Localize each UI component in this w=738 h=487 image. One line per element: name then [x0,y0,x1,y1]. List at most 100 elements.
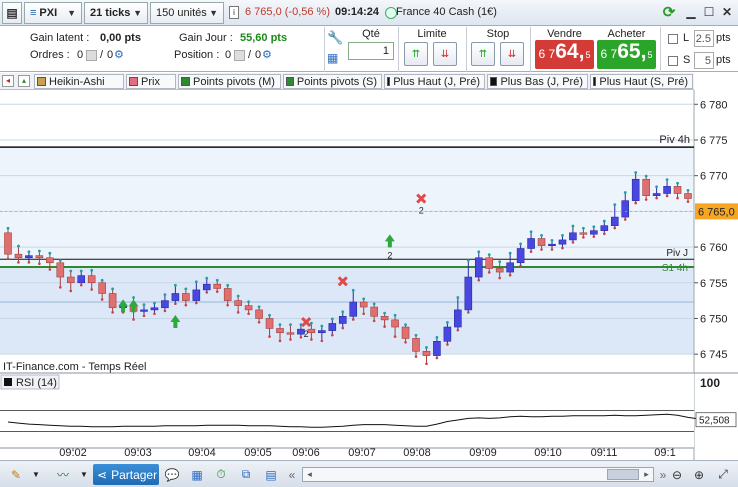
candle-low-dot [142,314,146,318]
minimize-button[interactable]: ▁ [682,3,700,21]
bottom-toolbar: ✎ ▼ 〰 ▼ ⋖ Partager 💬 ▦ ⏱ ⧉ ▤ « ◂ ▸ » ⊖ ⊕… [0,460,738,487]
scroll-right-icon[interactable]: ▸ [640,468,653,481]
candle-high-dot [90,268,94,272]
indicator-tab[interactable]: Plus Bas (J, Pré) [487,74,588,89]
gear-icon[interactable]: ⚙ [114,48,124,61]
indicator-tab[interactable]: Heikin-Ashi [34,74,124,89]
time-tick-label: 09:08 [403,447,431,459]
sell-button[interactable]: 6 7 64, 5 [535,40,594,69]
limit-distance-input[interactable]: 2.5 [694,30,714,47]
candle-high-dot [153,301,156,305]
chat-icon[interactable]: 💬 [163,464,181,485]
candle-body [652,193,661,196]
candle-high-dot [372,302,376,306]
limit-sell-button[interactable]: ⇊ [433,42,457,66]
candle-low-dot [571,241,575,244]
indicator-tab[interactable]: Points pivots (M) [178,74,281,89]
backtest-icon[interactable]: ▤ [262,464,280,485]
stop-buy-button[interactable]: ⇈ [471,42,495,66]
table-icon[interactable]: ▦ [188,464,206,485]
candle-low-dot [6,257,10,261]
indicator-tab[interactable]: Plus Haut (J, Pré) [384,74,485,89]
candle-high-dot [163,293,167,297]
candle-body [265,318,274,329]
price-chart[interactable]: Piv 4h Piv J S1 4h IT-Finance.com - Temps R… [0,90,738,460]
candle-body [590,230,598,235]
stop-distance-input[interactable]: 5 [694,52,714,69]
screener-icon[interactable]: ⧉ [237,464,255,485]
candle-body [422,350,431,356]
candle-low-dot [226,303,229,307]
limit-checkbox[interactable] [668,34,678,44]
stop-sell-button[interactable]: ⇊ [500,42,524,66]
chart-type-icon[interactable]: 〰 [50,464,76,485]
stop-sell-icon: ⇊ [507,48,517,60]
candle-body [495,268,504,273]
candle-high-dot [487,253,491,257]
add-indicator-icon[interactable]: ▴ [18,75,30,87]
candle-high-dot [404,323,407,326]
candle-body [380,316,389,321]
buy-button[interactable]: 6 7 65, 5 [597,40,656,69]
rewind-icon[interactable]: « [284,464,300,485]
instrument-selector[interactable]: ≡ PXI ▼ [24,2,82,24]
indicator-tab[interactable]: Points pivots (S) [283,74,382,89]
buy-price-prefix: 6 7 [600,47,618,61]
remove-indicator-icon[interactable]: ◂ [2,75,14,87]
chevron-down-icon[interactable]: ▼ [77,464,91,485]
price-tick-label: 6 760 [700,242,728,254]
units-selector[interactable]: 150 unités ▼ [150,2,224,24]
layout-menu-icon[interactable]: ▤ [2,2,22,24]
candle-high-dot [320,324,324,328]
candle-body [150,307,159,311]
s1-4h-label: S1 4h [662,263,688,274]
share-icon: ⋖ [97,467,108,482]
time-tick-label: 09:03 [124,447,152,459]
keypad-icon[interactable]: ▦ [327,51,338,65]
limit-buy-button[interactable]: ⇈ [404,42,428,66]
candle-low-dot [48,268,52,271]
share-button[interactable]: ⋖ Partager [93,464,159,485]
indicator-tab[interactable]: Plus Haut (S, Pré) [590,74,693,89]
candle-high-dot [289,323,292,326]
time-tick-label: 09:04 [188,447,216,459]
candle-high-dot [100,278,104,282]
candle-low-dot [351,318,355,321]
candle-high-dot [205,276,209,280]
wrench-icon[interactable]: 🔧 [327,30,343,46]
ordres-sep: / [100,49,104,61]
stop-checkbox[interactable] [668,56,678,66]
limit-buy-icon: ⇈ [411,48,421,60]
candle-low-dot [111,311,114,314]
position-icon[interactable] [234,50,245,61]
chevron-down-icon[interactable]: ▼ [29,464,43,485]
horizontal-scrollbar[interactable]: ◂ ▸ [302,467,654,482]
alert-icon[interactable]: ⏱ [212,464,230,485]
candle-low-dot [582,236,585,239]
pencil-icon[interactable]: ✎ [4,464,28,485]
gear-icon[interactable]: ⚙ [262,48,272,61]
candle-high-dot [383,311,387,315]
chevron-down-icon: ▼ [67,8,76,18]
time-tick-label: 09:06 [292,447,320,459]
zoom-fit-icon[interactable]: ⤢ [712,464,734,485]
scroll-left-icon[interactable]: ◂ [303,468,316,481]
candle-high-dot [414,333,418,337]
close-button[interactable]: ✕ [718,3,736,21]
zoom-in-icon[interactable]: ⊕ [690,464,708,485]
candle-low-dot [372,319,376,323]
instrument-icon: ≡ [30,7,37,19]
maximize-button[interactable]: ☐ [700,3,718,21]
indicator-tab[interactable]: Prix [126,74,176,89]
scrollbar-thumb[interactable] [607,469,639,480]
orders-icon[interactable] [86,50,97,61]
candle-body [161,300,169,309]
info-icon[interactable]: i [229,6,239,19]
zoom-out-icon[interactable]: ⊖ [668,464,686,485]
timeframe-selector[interactable]: 21 ticks ▼ [84,2,148,24]
candle-body [443,326,452,342]
quantity-input[interactable]: 1 [348,42,394,60]
candle-low-dot [519,264,522,268]
refresh-icon[interactable]: ⟳ [660,3,678,21]
candle-low-dot [477,278,481,282]
